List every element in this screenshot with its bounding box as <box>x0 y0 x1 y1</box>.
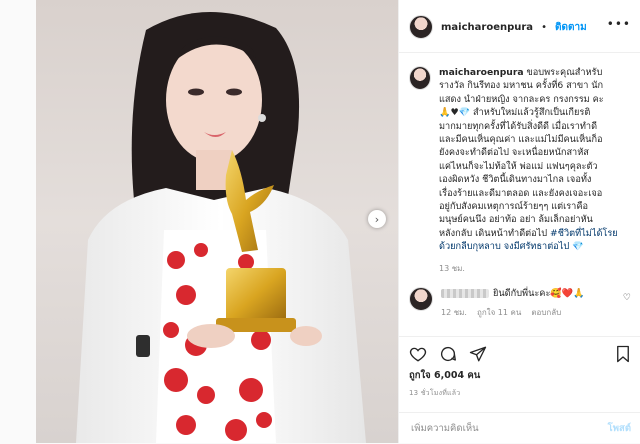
more-horizontal-icon[interactable]: ••• <box>607 17 631 31</box>
caption-line: รางวัล กินรีทอง มหาชน ครั้งที่6 สาขา นัก <box>439 80 604 92</box>
add-comment-input[interactable] <box>409 422 608 435</box>
caption-line: มากมายทุกครั้งที่ได้รับสิ่งดีดี เมื่อเรา… <box>439 120 598 132</box>
header-divider <box>399 52 640 53</box>
send-icon[interactable] <box>469 345 487 363</box>
caption-line: เองผิดหวัง ชีวิตนี้เดินทางมาไกล เจอทั้ง <box>439 174 592 186</box>
caption-line: อยู่กับสังคมเหตุการณ์ร้ายๆๆ แต่เราคือ <box>439 201 588 213</box>
comment-text: ยินดีกับพี่นะคะ🥰❤️🙏 <box>493 288 585 299</box>
header-separator: • <box>541 21 547 33</box>
comment-username-blurred[interactable] <box>441 289 489 298</box>
caption-line: 🙏♥💎 สำหรับใหม่แล้วรู้สึกเป็นเกียรติ <box>439 107 591 119</box>
add-comment-bar: โพสต์ <box>399 412 640 444</box>
likes-count[interactable]: ถูกใจ 6,004 คน <box>409 368 480 383</box>
comment-icon[interactable] <box>439 345 457 363</box>
comment-avatar[interactable] <box>409 287 433 311</box>
caption-line: และมีคนเห็นคุณค่า และแม่ไม่มีคนเห็นก็อ <box>439 134 603 146</box>
comment-body: ยินดีกับพี่นะคะ🥰❤️🙏 <box>441 287 585 300</box>
follow-button[interactable]: ติดตาม <box>555 20 587 35</box>
caption-avatar[interactable] <box>409 66 431 90</box>
post-header: maicharoenpura • ติดตาม <box>409 14 587 40</box>
caption-line: ขอบพระคุณสำหรับ <box>526 67 603 78</box>
post-comment-button[interactable]: โพสต์ <box>608 421 631 436</box>
comment-reply-button[interactable]: ตอบกลับ <box>531 306 561 319</box>
caption-time: 13 ชม. <box>439 263 465 273</box>
caption-emoji: 💎 <box>572 241 584 253</box>
comment-heart-icon[interactable]: ♡ <box>623 293 631 303</box>
post-time-ago: 13 ชั่วโมงที่แล้ว <box>409 389 461 397</box>
comment-likes[interactable]: ถูกใจ 11 คน <box>477 306 521 319</box>
caption-line: หลังกลับ เดินหน้าทำดีต่อไป <box>439 227 548 239</box>
comment-time: 12 ชม. <box>441 308 467 317</box>
action-bar <box>409 344 631 364</box>
avatar[interactable] <box>409 15 433 39</box>
caption-text: maicharoenpura ขอบพระคุณสำหรับ รางวัล กิ… <box>439 66 631 254</box>
post-photo[interactable] <box>36 0 398 443</box>
comment-item: ยินดีกับพี่นะคะ🥰❤️🙏 12 ชม. ถูกใจ 11 คน ต… <box>409 287 631 319</box>
caption-line: มนุษย์คนนึง อย่าท้อ อย่า ล้มเล็กอย่าหัน <box>439 214 593 226</box>
caption-line: ยังคงจะทำดีต่อไป จะเหนื่อยหนักสาหัส <box>439 147 589 159</box>
caption-line: แค่ไหนก็จะไม่ท้อให้ พ่อแม่ แฟนๆคุละตัว <box>439 160 598 172</box>
post-sidebar: maicharoenpura • ติดตาม ••• maicharoenpu… <box>398 0 640 443</box>
photo-illustration <box>76 11 366 443</box>
caption-block: maicharoenpura ขอบพระคุณสำหรับ รางวัล กิ… <box>409 66 631 275</box>
header-username[interactable]: maicharoenpura <box>441 22 533 33</box>
chevron-right-icon: › <box>374 212 380 226</box>
caption-line: แสดง นำฝ่ายหญิง จากละคร กรงกรรม คะ <box>439 93 604 105</box>
heart-icon[interactable] <box>409 345 427 363</box>
next-image-button[interactable]: › <box>368 210 386 228</box>
bookmark-icon[interactable] <box>615 345 631 363</box>
comment-meta: 12 ชม. ถูกใจ 11 คน ตอบกลับ <box>441 306 585 319</box>
caption-username[interactable]: maicharoenpura <box>439 67 524 78</box>
caption-line: เรื่องร้ายและดีมาตลอด และยังคงเจอะเจอ <box>439 187 603 199</box>
actions-divider <box>399 336 640 337</box>
